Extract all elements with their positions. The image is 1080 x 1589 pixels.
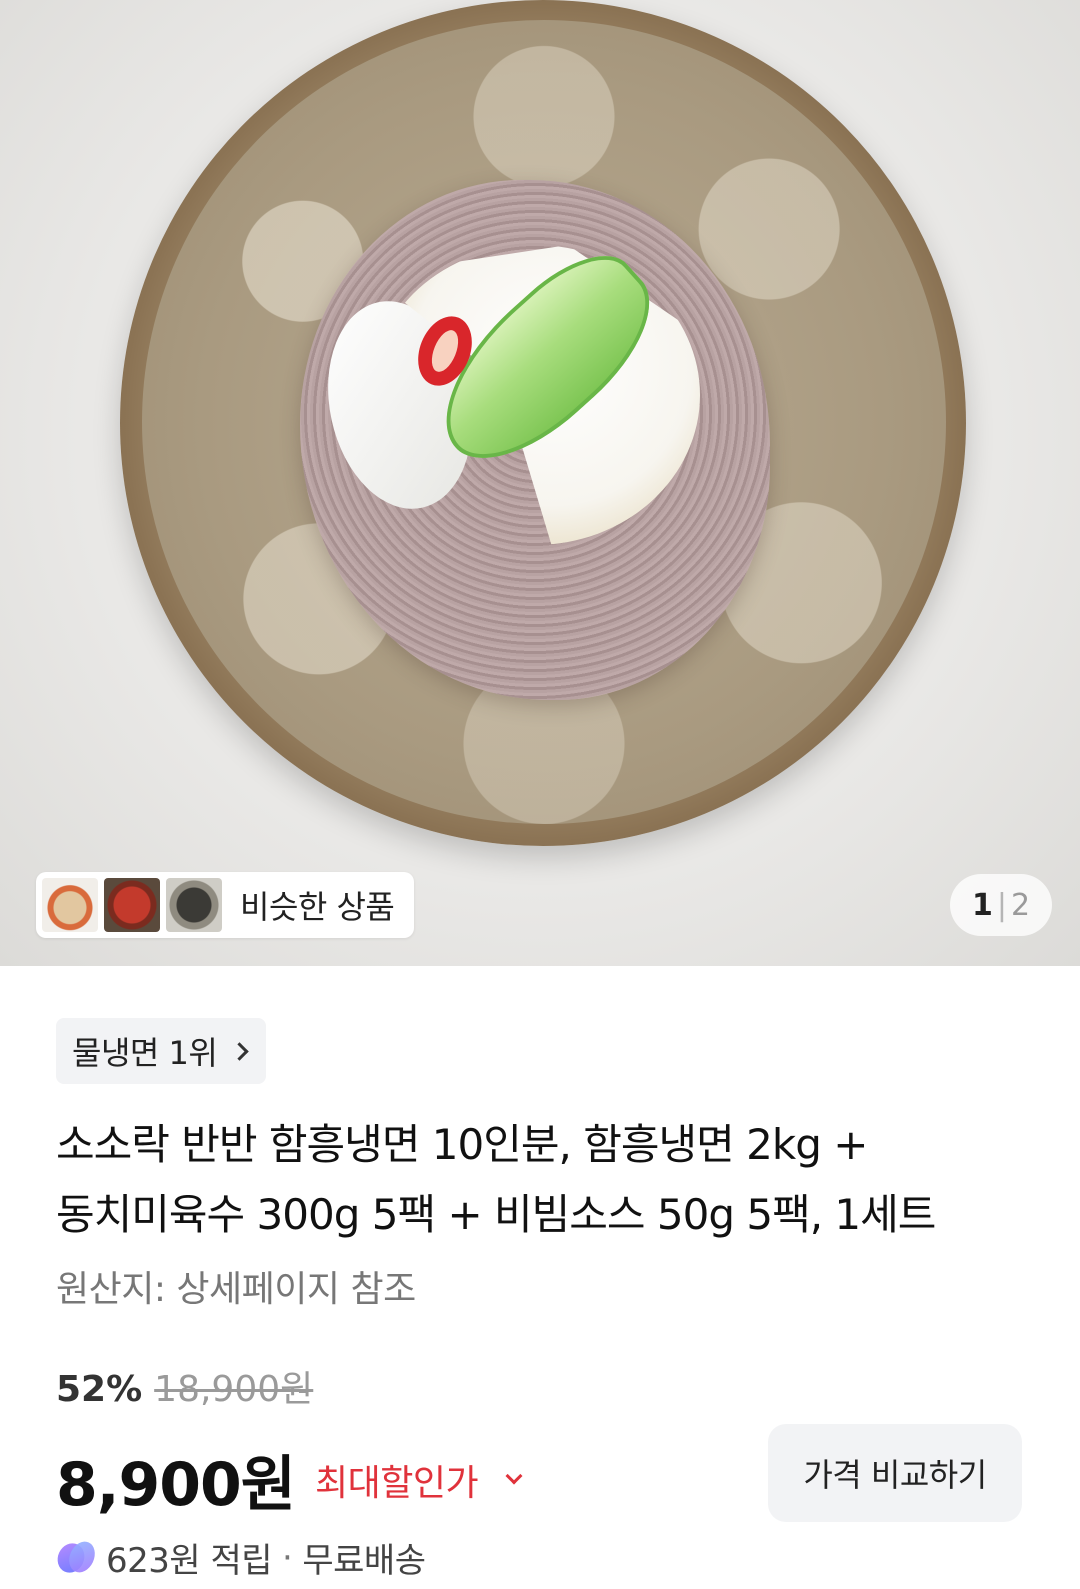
page-current: 1: [971, 887, 993, 923]
shipping-text: 무료배송: [302, 1541, 426, 1581]
origin-info: 원산지: 상세페이지 참조: [56, 1269, 416, 1310]
separator-dot: ·: [282, 1537, 293, 1578]
sale-price: 8,900원: [56, 1450, 296, 1520]
similar-thumbnail-3: [166, 878, 222, 932]
similar-products-button[interactable]: 비슷한 상품: [36, 872, 415, 938]
points-shipping-row: 623원 적립 · 무료배송: [52, 1533, 426, 1582]
points-icon: [52, 1536, 100, 1579]
image-page-indicator: 1 | 2: [950, 874, 1052, 936]
page-separator: |: [996, 887, 1007, 923]
chevron-down-icon[interactable]: [505, 1467, 523, 1484]
points-text: 623원 적립: [106, 1541, 273, 1581]
similar-thumbnail-2: [104, 878, 160, 932]
product-title: 소소락 반반 함흥냉면 10인분, 함흥냉면 2kg + 동치미육수 300g …: [56, 1110, 1036, 1250]
page-total: 2: [1010, 887, 1031, 923]
compare-price-button[interactable]: 가격 비교하기: [768, 1424, 1022, 1522]
rank-badge-label: 물냉면 1위: [72, 1034, 218, 1072]
discount-rate: 52%: [56, 1369, 143, 1410]
price-row: 8,900원 최대할인가: [56, 1436, 523, 1523]
max-discount-toggle[interactable]: 최대할인가: [315, 1454, 479, 1506]
similar-thumbnail-1: [42, 878, 98, 932]
product-title-line-2: 동치미육수 300g 5팩 + 비빔소스 50g 5팩, 1세트: [56, 1190, 936, 1239]
similar-products-label: 비슷한 상품: [240, 888, 395, 926]
discount-row: 52% 18,900원: [56, 1360, 313, 1412]
original-price: 18,900원: [154, 1369, 314, 1410]
category-rank-badge[interactable]: 물냉면 1위: [56, 1018, 267, 1084]
product-title-line-1: 소소락 반반 함흥냉면 10인분, 함흥냉면 2kg +: [56, 1120, 868, 1169]
product-image[interactable]: 비슷한 상품 1 | 2: [0, 0, 1080, 966]
chevron-right-icon: [230, 1041, 249, 1061]
